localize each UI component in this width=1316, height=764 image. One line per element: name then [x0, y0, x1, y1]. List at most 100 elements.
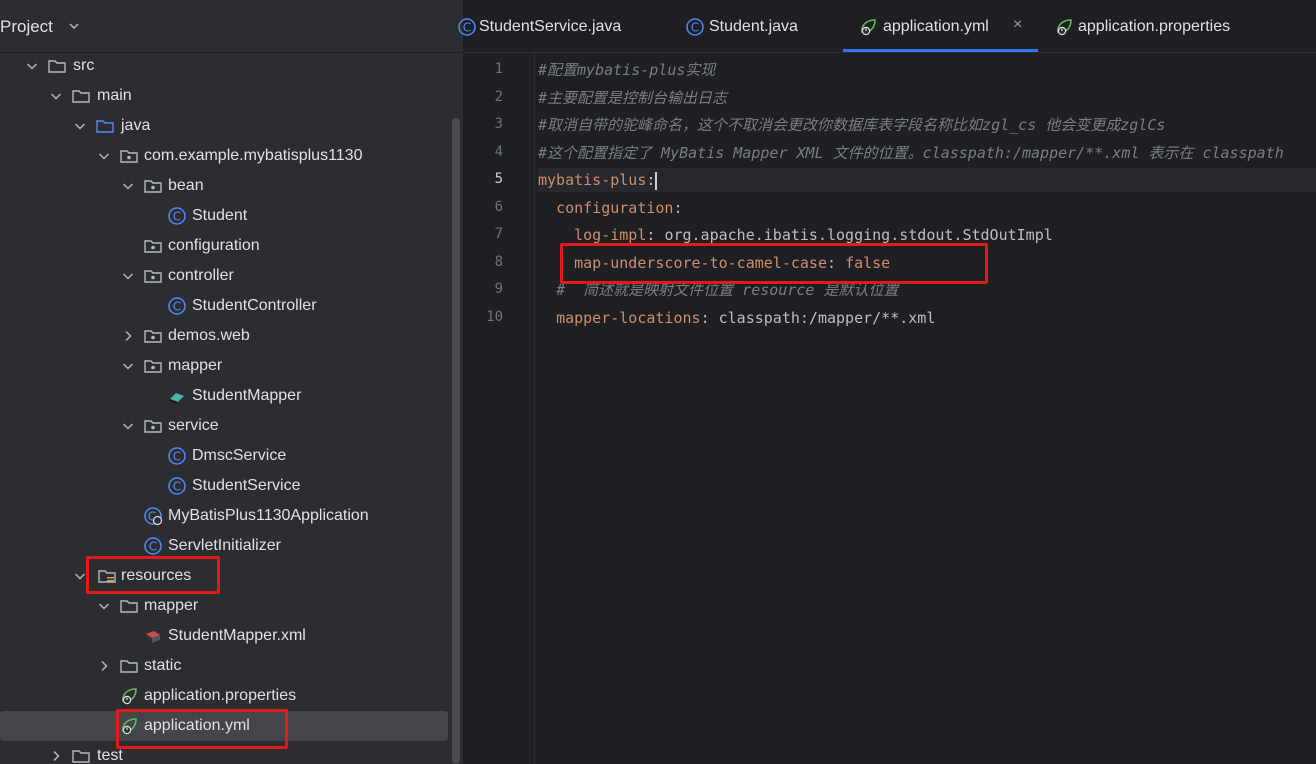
tree-item-studentcontroller[interactable]: C StudentController — [0, 291, 448, 321]
chevron-right-icon[interactable] — [96, 658, 112, 674]
tree-scrollbar[interactable] — [452, 118, 460, 764]
tree-item-application-yml[interactable]: application.yml — [0, 711, 448, 741]
code-line[interactable]: #配置mybatis-plus实现 — [538, 58, 715, 82]
tree-item-application-properties[interactable]: application.properties — [0, 681, 448, 711]
chevron-down-icon[interactable] — [72, 118, 88, 134]
tab-application-yml[interactable]: application.yml × — [843, 0, 1038, 52]
code-line[interactable]: log-impl: org.apache.ibatis.logging.stdo… — [538, 223, 1053, 247]
project-title[interactable]: Project — [0, 17, 53, 37]
class-icon: C — [458, 18, 476, 36]
yaml-comment: # 简述就是映射文件位置 resource 是默认位置 — [556, 281, 899, 299]
tree-item-configuration[interactable]: configuration — [0, 231, 448, 261]
line-number: 4 — [494, 143, 503, 160]
tree-item-label: mapper — [168, 357, 223, 374]
code-line[interactable]: # 简述就是映射文件位置 resource 是默认位置 — [538, 278, 898, 302]
tree-item-mapper[interactable]: mapper — [0, 351, 448, 381]
chevron-right-icon[interactable] — [48, 748, 64, 764]
tree-item-student[interactable]: C Student — [0, 201, 448, 231]
chevron-down-icon[interactable] — [96, 598, 112, 614]
package-icon — [144, 360, 162, 373]
tree-item-label: service — [168, 417, 219, 434]
tree-item-static[interactable]: static — [0, 651, 448, 681]
line-number: 8 — [494, 253, 503, 270]
tree-item-studentmapper[interactable]: StudentMapper — [0, 381, 448, 411]
tree-item-demos-web[interactable]: demos.web — [0, 321, 448, 351]
chevron-down-icon[interactable] — [48, 88, 64, 104]
code-line[interactable]: configuration: — [538, 196, 683, 220]
yaml-separator: : — [673, 198, 683, 217]
tree-item-controller[interactable]: controller — [0, 261, 448, 291]
tab-bar: C StudentService.java C Student.java applica… — [458, 0, 1316, 53]
tree-item-java[interactable]: java — [0, 111, 448, 141]
yaml-separator: : — [646, 226, 665, 244]
tree-item-studentmapper-xml[interactable]: StudentMapper.xml — [0, 621, 448, 651]
code-line[interactable]: map-underscore-to-camel-case: false — [538, 251, 890, 275]
svg-text:C: C — [173, 210, 181, 224]
yaml-key: mapper-locations — [556, 308, 701, 327]
tree-item-mapper[interactable]: mapper — [0, 591, 448, 621]
tree-item-label: ServletInitializer — [168, 537, 281, 554]
tree-item-label: StudentService — [192, 477, 301, 494]
line-number: 1 — [494, 61, 503, 77]
tree-item-com-example-mybatisplus1130[interactable]: com.example.mybatisplus1130 — [0, 141, 448, 171]
yaml-key: mybatis-plus — [538, 171, 647, 189]
tab-label: StudentService.java — [479, 18, 622, 35]
chevron-right-icon[interactable] — [120, 328, 136, 344]
chevron-down-icon[interactable] — [66, 18, 82, 34]
chevron-down-icon[interactable] — [120, 178, 136, 194]
chevron-down-icon[interactable] — [120, 268, 136, 284]
tree-item-dmscservice[interactable]: C DmscService — [0, 441, 448, 471]
tree-item-label: bean — [168, 177, 204, 194]
package-icon — [120, 150, 138, 163]
yaml-separator: : — [700, 308, 719, 327]
tree-item-servletinitializer[interactable]: C ServletInitializer — [0, 531, 448, 561]
svg-text:C: C — [149, 540, 157, 554]
code-line[interactable]: #主要配置是控制台输出日志 — [538, 86, 727, 110]
tree-item-label: application.properties — [144, 687, 297, 704]
svg-text:C: C — [173, 300, 181, 314]
tree-item-mybatisplus1130application[interactable]: C MyBatisPlus1130Application — [0, 501, 448, 531]
folder-icon — [72, 90, 90, 103]
tree-item-studentservice[interactable]: C StudentService — [0, 471, 448, 501]
tree-item-src[interactable]: src — [0, 51, 448, 81]
tree-item-label: MyBatisPlus1130Application — [168, 507, 369, 524]
tab-student-java[interactable]: C Student.java — [681, 0, 821, 52]
tree-item-label: configuration — [168, 237, 260, 254]
code-line[interactable]: mybatis-plus: — [538, 168, 1316, 192]
class-icon: C — [686, 18, 704, 36]
svg-text:C: C — [691, 21, 699, 35]
line-number: 2 — [494, 88, 503, 105]
spring-config-icon — [122, 688, 137, 705]
tree-item-service[interactable]: service — [0, 411, 448, 441]
spring-config-icon — [122, 718, 137, 735]
tree-item-test[interactable]: test — [0, 741, 448, 764]
tab-application-properties[interactable]: application.properties — [1053, 0, 1253, 52]
code-line[interactable]: mapper-locations: classpath:/mapper/**.x… — [538, 306, 935, 330]
code-line[interactable]: #取消自带的驼峰命名，这个不取消会更改你数据库表字段名称比如zgl_cs 他会变… — [538, 113, 1165, 137]
class-icon: C — [144, 537, 162, 555]
chevron-down-icon[interactable] — [120, 418, 136, 434]
tree-item-label: mapper — [144, 597, 199, 614]
tab-label: application.yml — [883, 18, 989, 35]
line-number: 9 — [494, 281, 503, 297]
tree-item-main[interactable]: main — [0, 81, 448, 111]
class-icon: C — [168, 297, 186, 315]
close-icon[interactable]: × — [1013, 16, 1022, 34]
code-line[interactable]: #这个配置指定了 MyBatis Mapper XML 文件的位置。classp… — [538, 141, 1284, 165]
spring-config-icon — [861, 19, 876, 36]
line-number: 6 — [494, 198, 503, 215]
folder-icon — [48, 60, 66, 73]
chevron-down-icon[interactable] — [72, 568, 88, 584]
tree-item-bean[interactable]: bean — [0, 171, 448, 201]
yaml-value: classpath:/mapper/**.xml — [718, 308, 936, 327]
code-area[interactable]: #配置mybatis-plus实现 #主要配置是控制台输出日志 #取消自带的驼峰命名… — [538, 52, 1316, 764]
chevron-down-icon[interactable] — [24, 58, 40, 74]
tree-item-label: resources — [121, 567, 192, 584]
yaml-comment: #这个配置指定了 MyBatis Mapper XML 文件的位置。classp… — [538, 143, 1284, 162]
chevron-down-icon[interactable] — [96, 148, 112, 164]
tree-item-resources[interactable]: resources — [0, 561, 448, 591]
tree-item-label: StudentMapper — [192, 387, 302, 404]
tab-studentservice-java[interactable]: C StudentService.java — [455, 0, 650, 52]
gutter-separator — [534, 52, 535, 764]
chevron-down-icon[interactable] — [120, 358, 136, 374]
